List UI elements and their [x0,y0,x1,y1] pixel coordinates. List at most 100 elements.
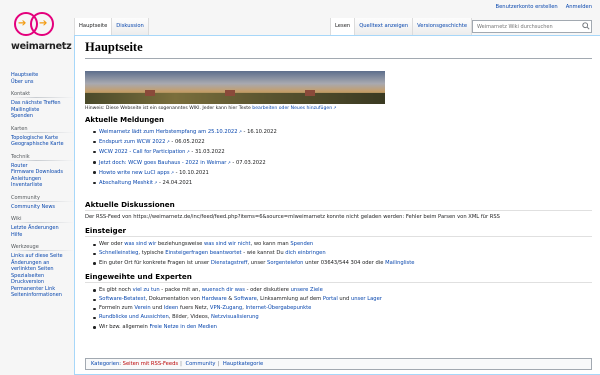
link-was-sind-wir-nicht[interactable]: was sind wir nicht [204,241,251,247]
list-item: Howto write new LuCI apps - 10.10.2021 [93,168,592,178]
portal-kontakt: Kontakt Das nächste Treffen Mailingliste… [11,91,74,120]
meldung-date: 06.05.2022 [174,139,205,146]
logo-arrow-icon: ➔ [18,18,27,29]
sidebar-item-seiteninformationen[interactable]: Seiteninformationen [11,292,74,299]
panorama-roof [225,90,235,96]
sidebar-item-inventarliste[interactable]: Inventarliste [11,182,74,189]
text: beziehungsweise [156,241,204,248]
sidebar-item-geographische-karte[interactable]: Geographische Karte [11,141,74,148]
sidebar: Hauptseite Über uns Kontakt Das nächste … [0,72,74,305]
link-sorgentelefon[interactable]: Sorgentelefon [267,260,303,266]
portal-karten: Karten Topologische Karte Geographische … [11,125,74,148]
link-einbringen[interactable]: dich einbringen [285,250,325,256]
search-icon[interactable] [582,22,590,30]
separator: | [180,361,182,367]
section-meldungen-heading: Aktuelle Meldungen [85,116,164,124]
sidebar-item-hilfe[interactable]: Hilfe [11,232,74,239]
tab-diskussion[interactable]: Diskussion [112,18,149,36]
text: & [226,296,234,303]
link-schnelleinstieg[interactable]: Schnelleinstieg [99,250,138,256]
link-was-sind-wir[interactable]: was sind wir [124,241,156,247]
link-mailingliste[interactable]: Mailingliste [385,260,414,266]
list-item: Schnelleinstieg, typische Einsteigerfrag… [93,249,592,258]
link-vpn-zugang[interactable]: VPN-Zugang [210,305,242,311]
category-community[interactable]: Community [185,361,215,367]
portal-heading: Werkzeuge [11,244,74,251]
link-spenden[interactable]: Spenden [290,241,313,247]
caption-text: Hinweis: Diese Webseite ist ein sogenann… [85,106,253,111]
category-links: Kategorien: Seiten mit RSS-Feeds | Commun… [85,358,592,370]
text: und [150,305,164,312]
sidebar-item-spenden[interactable]: Spenden [11,113,74,120]
link-portal[interactable]: Portal [323,296,338,302]
list-item: Ein guter Ort für konkrete Fragen ist un… [93,259,592,268]
link-dienstagstreff[interactable]: Dienstagstreff [211,260,248,266]
logo-wordmark: weimarnetz [11,41,72,52]
text: , Linksammlung auf dem [256,296,323,303]
link-freie-netze-medien[interactable]: Freie Netze in den Medien [150,324,217,330]
search-input[interactable] [472,20,592,33]
list-item: Jetzt doch: WCW goes Bauhaus - 2022 in W… [93,158,592,168]
categories-label-link[interactable]: Kategorien [91,361,119,367]
link-netzvisualisierung[interactable]: Netzvisualisierung [211,314,259,320]
text: und [337,296,351,303]
text: unter 03643/544 304 oder die [303,259,386,266]
link-ideen[interactable]: Ideen [164,305,179,311]
list-item: Es gibt noch viel zu tun - packe mit an,… [93,286,592,295]
link-verein[interactable]: Verein [134,305,150,311]
portal-heading: Kontakt [11,91,74,98]
link-wuensch-dir-was[interactable]: wuensch dir was [202,287,245,293]
sidebar-item-community-news[interactable]: Community News [11,204,74,211]
site-logo[interactable]: ➔ ➔ weimarnetz [6,4,72,66]
view-tabs: Lesen Quelltext anzeigen Versionsgeschic… [330,18,473,36]
sidebar-nav: Hauptseite Über uns [11,72,74,85]
text: , unser [247,259,268,266]
separator: | [217,361,220,367]
panorama-roof [305,90,315,96]
meldungen-list: Weimarnetz lädt zum Herbstempfang am 25.… [93,127,592,188]
link-einsteigerfragen[interactable]: Einsteigerfragen beantwortet [165,250,241,256]
tab-hauptseite[interactable]: Hauptseite [74,18,113,36]
portal-technik: Technik Router Firmware Downloads Anleit… [11,153,74,189]
text: Es gibt noch [99,286,133,293]
page-title: Hauptseite [85,40,592,59]
list-item: Wer oder was sind wir beziehungsweise wa… [93,240,592,249]
meldung-date: 07.03.2022 [235,159,266,166]
experten-list: Es gibt noch viel zu tun - packe mit an,… [93,286,592,332]
link-software-betatest[interactable]: Software-Betatest [99,296,145,302]
meldung-link[interactable]: Howto write new LuCI apps [99,170,174,176]
tab-lesen[interactable]: Lesen [330,18,356,36]
category-hauptkategorie[interactable]: Hauptkategorie [223,361,263,367]
portal-community: Community Community News [11,194,74,211]
create-account-link[interactable]: Benutzerkonto erstellen [496,4,558,10]
sidebar-item-verlinkte-aenderungen[interactable]: Änderungen an verlinkten Seiten [11,260,74,273]
text: , Dokumentation von [145,296,202,303]
text: , wo kann man [250,241,291,248]
portal-werkzeuge: Werkzeuge Links auf diese Seite Änderung… [11,244,74,299]
link-internet-uebergabepunkte[interactable]: Internet-Übergabepunkte [246,305,312,311]
caption-edit-link[interactable]: bearbeiten oder Neues hinzufügen [252,106,336,111]
sidebar-item-ueber-uns[interactable]: Über uns [11,79,74,86]
login-link[interactable]: Anmelden [566,4,592,10]
list-item: WCW 2022 - Call for Participation - 31.0… [93,147,592,157]
list-item: Abschaltung Meshkit - 24.04.2021 [93,178,592,188]
link-viel-zu-tun[interactable]: viel zu tun [133,287,160,293]
tab-versionsgeschichte[interactable]: Versionsgeschichte [413,18,473,36]
link-hardware[interactable]: Hardware [202,296,227,302]
text: Ein guter Ort für konkrete Fragen ist un… [99,259,211,266]
meldung-link[interactable]: WCW 2022 - Call for Participation [99,149,190,155]
tab-quelltext[interactable]: Quelltext anzeigen [355,18,414,36]
meldung-link[interactable]: Endspurt zum WCW 2022 [99,139,170,145]
category-rss-feeds[interactable]: Seiten mit RSS-Feeds [123,361,178,367]
text: - packe mit an, [159,286,202,293]
list-item: Weimarnetz lädt zum Herbstempfang am 25.… [93,127,592,137]
meldung-link[interactable]: Jetzt doch: WCW goes Bauhaus - 2022 in W… [99,160,231,166]
weimar-panorama-image[interactable] [85,71,385,104]
link-unsere-ziele[interactable]: unsere Ziele [291,287,323,293]
meldung-link[interactable]: Weimarnetz lädt zum Herbstempfang am 25.… [99,129,242,135]
meldung-link[interactable]: Abschaltung Meshkit [99,180,157,186]
link-rundblicke[interactable]: Rundblicke und Aussichten [99,314,169,320]
link-unser-lager[interactable]: unser Lager [351,296,382,302]
link-software[interactable]: Software [234,296,257,302]
section-einsteiger-heading: Einsteiger [85,226,592,238]
